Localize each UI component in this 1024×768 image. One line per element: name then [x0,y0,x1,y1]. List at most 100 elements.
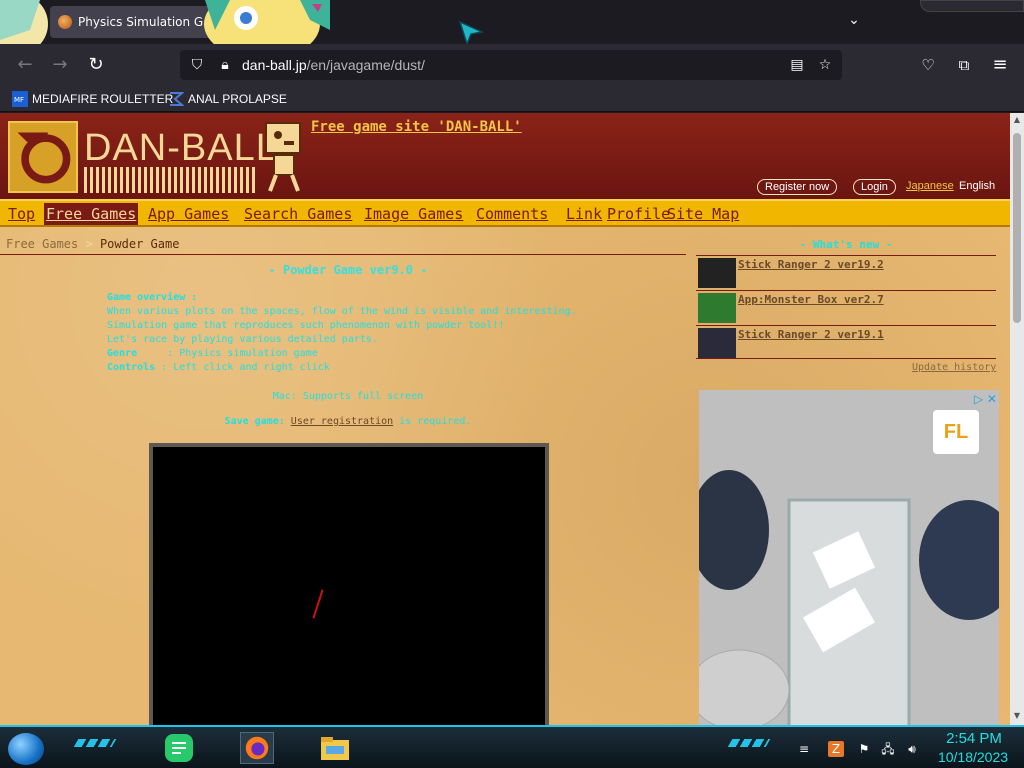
reload-icon[interactable]: ↻ [83,52,109,78]
menu-item-site-map[interactable]: Site Map [665,203,741,225]
svg-text:MF: MF [14,96,24,104]
lock-icon[interactable]: 🔒︎ [216,56,234,74]
browser-tab-active[interactable]: Physics Simulation Gam [50,6,220,38]
clock-time[interactable]: 2:54 PM [934,730,1014,747]
action-center-flag-icon[interactable]: ⚑ [856,741,872,757]
news-item[interactable]: Stick Ranger 2 ver19.2 [696,255,996,289]
file-explorer-icon[interactable] [318,732,352,764]
address-bar[interactable]: ⛉ 🔒︎ dan-ball.jp/en/javagame/dust/ ▤ ☆ [180,50,842,80]
save-label: Save game: [224,416,285,427]
scroll-down-icon[interactable]: ▼ [1012,711,1022,721]
save-suffix: is required. [393,416,472,427]
register-button[interactable]: Register now [757,179,838,195]
controls-label: Controls [107,362,156,373]
url-text[interactable]: dan-ball.jp/en/javagame/dust/ [242,50,425,80]
controls-row: Controls : Left click and right click [107,361,330,375]
menu-item-search-games[interactable]: Search Games [242,203,354,225]
shield-icon[interactable]: ⛉ [188,56,206,74]
network-icon[interactable]: 🖧︎ [880,741,896,757]
news-link[interactable]: Stick Ranger 2 ver19.1 [738,328,884,341]
browser-tab-bar: Physics Simulation Gam ⌄ [0,0,1024,46]
breadcrumb-free-games[interactable]: Free Games [6,237,78,251]
bookmark-star-icon[interactable]: ☆ [816,56,834,74]
tab-favicon-icon [58,15,72,29]
window-decoration [920,0,1024,12]
pocket-icon[interactable]: ♡ [915,52,941,78]
bookmark-label: MEDIAFIRE ROULETTER [32,92,174,106]
bookmark-second[interactable]: ANAL PROLAPSE [168,90,287,108]
genre-label: Genre [107,348,138,359]
overview-line-1: When various plots on the spaces, flow o… [107,306,577,317]
powder-game-canvas[interactable] [149,443,549,725]
free-game-site-link[interactable]: Free game site 'DAN-BALL' [311,119,522,135]
advertisement[interactable]: FL ▷ ✕ [699,390,999,725]
bookmark-sigma-icon [170,92,184,106]
dan-ball-logo-mark-icon[interactable] [8,121,78,193]
site-header: DAN-BALL Free game site 'DAN-BALL' Regis… [0,113,1010,199]
tab-list-chevron-icon[interactable]: ⌄ [844,12,864,32]
site-logo-text[interactable]: DAN-BALL [84,127,278,170]
menu-hamburger-icon[interactable]: ≡ [987,52,1013,78]
url-host: dan-ball.jp [242,57,307,73]
overview-line-2: Simulation game that reproduces such phe… [107,320,505,331]
genre-value: : Physics simulation game [167,348,318,359]
page-scrollbar[interactable]: ▲ ▼ [1010,113,1024,725]
news-item[interactable]: Stick Ranger 2 ver19.1 [696,325,996,359]
news-link[interactable]: App:Monster Box ver2.7 [738,293,884,306]
robot-mascot-icon [265,122,301,192]
scrollbar-thumb[interactable] [1013,133,1021,323]
forward-arrow-icon[interactable]: → [47,52,73,78]
menu-item-free-games[interactable]: Free Games [44,203,139,225]
ad-fl-logo-icon: FL [933,410,979,454]
firefox-icon[interactable] [240,732,274,764]
start-orb-icon[interactable] [8,733,44,765]
reader-view-icon[interactable]: ▤ [788,56,806,74]
taskbar-decoration [727,739,771,747]
breadcrumb-current: Powder Game [99,237,180,251]
menu-item-profile[interactable]: Profile [605,203,672,225]
clock-date[interactable]: 10/18/2023 [926,749,1020,765]
save-game-note: Save game: User registration is required… [0,416,696,427]
stick-ranger-thumbnail-icon [698,328,736,358]
menu-item-top[interactable]: Top [6,203,37,225]
stick-ranger-thumbnail-icon [698,258,736,288]
menu-item-link[interactable]: Link [564,203,604,225]
tray-app-icon[interactable]: Z [828,741,844,757]
taskbar-decoration [73,739,117,747]
game-particle [312,589,324,619]
menu-item-app-games[interactable]: App Games [146,203,231,225]
bookmark-mediafire[interactable]: MF MEDIAFIRE ROULETTER [12,90,173,108]
user-registration-link[interactable]: User registration [291,416,393,427]
url-path: /en/javagame/dust/ [306,57,425,73]
notes-app-icon[interactable] [162,732,196,764]
breadcrumb-divider [0,254,686,255]
extensions-icon[interactable]: ⧉ [951,52,977,78]
overview-label: Game overview : [107,292,198,303]
site-main-menu: Top Free Games App Games Search Games Im… [0,199,1010,227]
news-link[interactable]: Stick Ranger 2 ver19.2 [738,258,884,271]
news-item[interactable]: App:Monster Box ver2.7 [696,290,996,324]
ad-choices-close-icon[interactable]: ▷ ✕ [974,392,997,406]
menu-item-image-games[interactable]: Image Games [362,203,465,225]
bookmarks-toolbar: MF MEDIAFIRE ROULETTER ANAL PROLAPSE [0,86,1024,112]
language-english-label: English [959,180,996,192]
tab-title: Physics Simulation Gam [78,15,220,29]
whats-new-heading: - What's new - [799,238,893,251]
update-history-link[interactable]: Update history [912,362,996,373]
web-page-content: DAN-BALL Free game site 'DAN-BALL' Regis… [0,113,1010,725]
mac-fullscreen-note: Mac: Supports full screen [272,391,424,402]
scroll-up-icon[interactable]: ▲ [1012,115,1022,125]
back-arrow-icon[interactable]: ← [12,52,38,78]
menu-item-comments[interactable]: Comments [474,203,550,225]
logo-barcode-decoration [84,167,256,193]
mediafire-icon: MF [12,91,28,107]
language-japanese-link[interactable]: Japanese [906,180,954,192]
login-button[interactable]: Login [853,179,896,195]
volume-icon[interactable]: 🔊︎ [904,741,920,757]
bookmark-label: ANAL PROLAPSE [188,92,287,106]
game-title: - Powder Game ver9.0 - [268,263,428,277]
monster-box-thumbnail-icon [698,293,736,323]
tray-overflow-icon[interactable]: ≡ [796,741,812,757]
browser-nav-bar: ← → ↻ ⛉ 🔒︎ dan-ball.jp/en/javagame/dust/… [0,44,1024,86]
breadcrumb-separator: > [85,237,93,251]
